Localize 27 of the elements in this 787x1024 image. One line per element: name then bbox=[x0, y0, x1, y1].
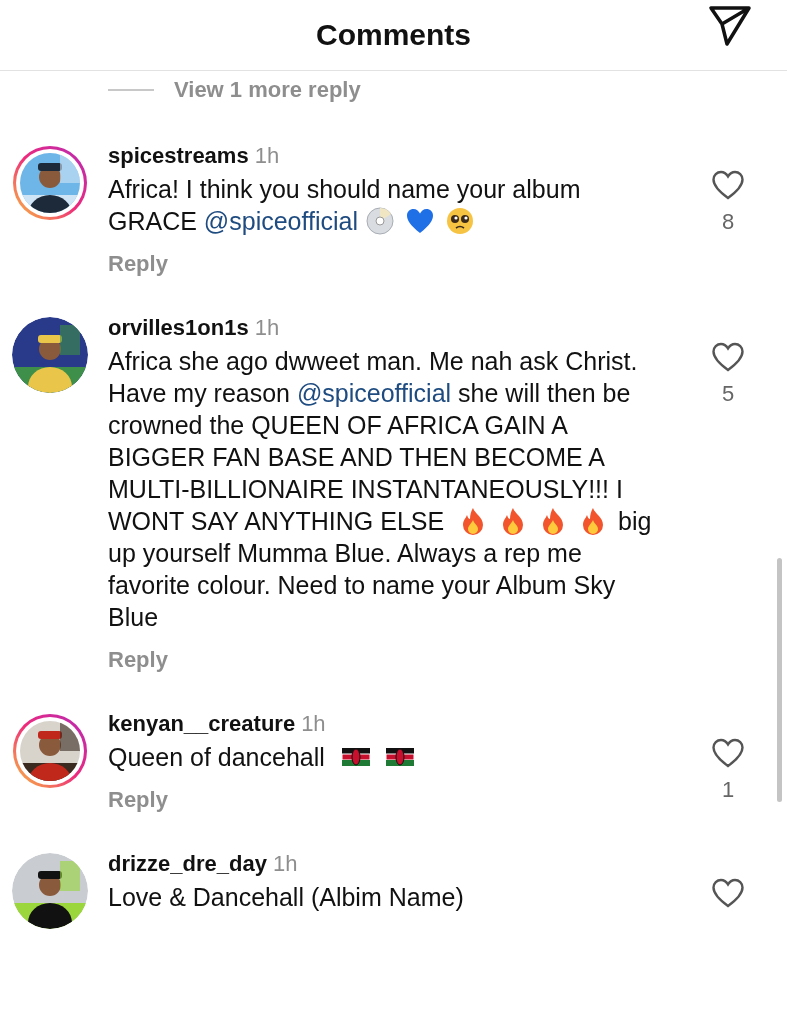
like-heart-icon[interactable] bbox=[711, 169, 745, 201]
comment-text: Africa! I think you should name your album GRACE @spiceofficial bbox=[108, 174, 582, 237]
like-heart-icon[interactable] bbox=[711, 877, 745, 909]
username[interactable]: drizze_dre_day bbox=[108, 851, 267, 877]
avatar[interactable] bbox=[12, 145, 88, 221]
like-count: 5 bbox=[721, 381, 735, 407]
like-count: 1 bbox=[721, 777, 735, 803]
like-count: 8 bbox=[721, 209, 735, 235]
comment-time: 1h bbox=[254, 143, 280, 169]
avatar[interactable] bbox=[12, 713, 88, 789]
cd-icon bbox=[365, 206, 395, 236]
comment-time: 1h bbox=[254, 315, 280, 341]
header-title: Comments bbox=[316, 18, 471, 52]
mention-link[interactable]: @spiceofficial bbox=[203, 207, 358, 235]
comment-time: 1h bbox=[272, 851, 298, 877]
like-heart-icon[interactable] bbox=[711, 341, 745, 373]
pleading-face-icon bbox=[445, 206, 475, 236]
username[interactable]: orvilles1on1s bbox=[108, 315, 249, 341]
comment-text: Love & Dancehall (Albim Name) bbox=[108, 882, 465, 913]
username[interactable]: kenyan__creature bbox=[108, 711, 296, 737]
comment-time: 1h bbox=[301, 711, 326, 737]
username[interactable]: spicestreams bbox=[108, 143, 249, 169]
mention-link[interactable]: @spiceofficial bbox=[296, 379, 452, 407]
heart-icon bbox=[405, 206, 435, 236]
like-heart-icon[interactable] bbox=[711, 737, 745, 769]
comment-text: Africa she ago dwweet man. Me nah ask Christ. Have my reason @spiceofficial she will then be crowned the QUEEN OF AFRICA GAIN A BIGGER FAN BASE AND THEN BECOME A MULTI-BILLIONAIRE INSTANTANEOUSLY!!! I WONT SAY ANYTHING ELSE big up yourself Mumma Blue. Always a rep me favorite colour. Need to name your Album Sky Blue bbox=[108, 346, 653, 633]
comment-text: Queen of dancehall bbox=[108, 741, 664, 773]
